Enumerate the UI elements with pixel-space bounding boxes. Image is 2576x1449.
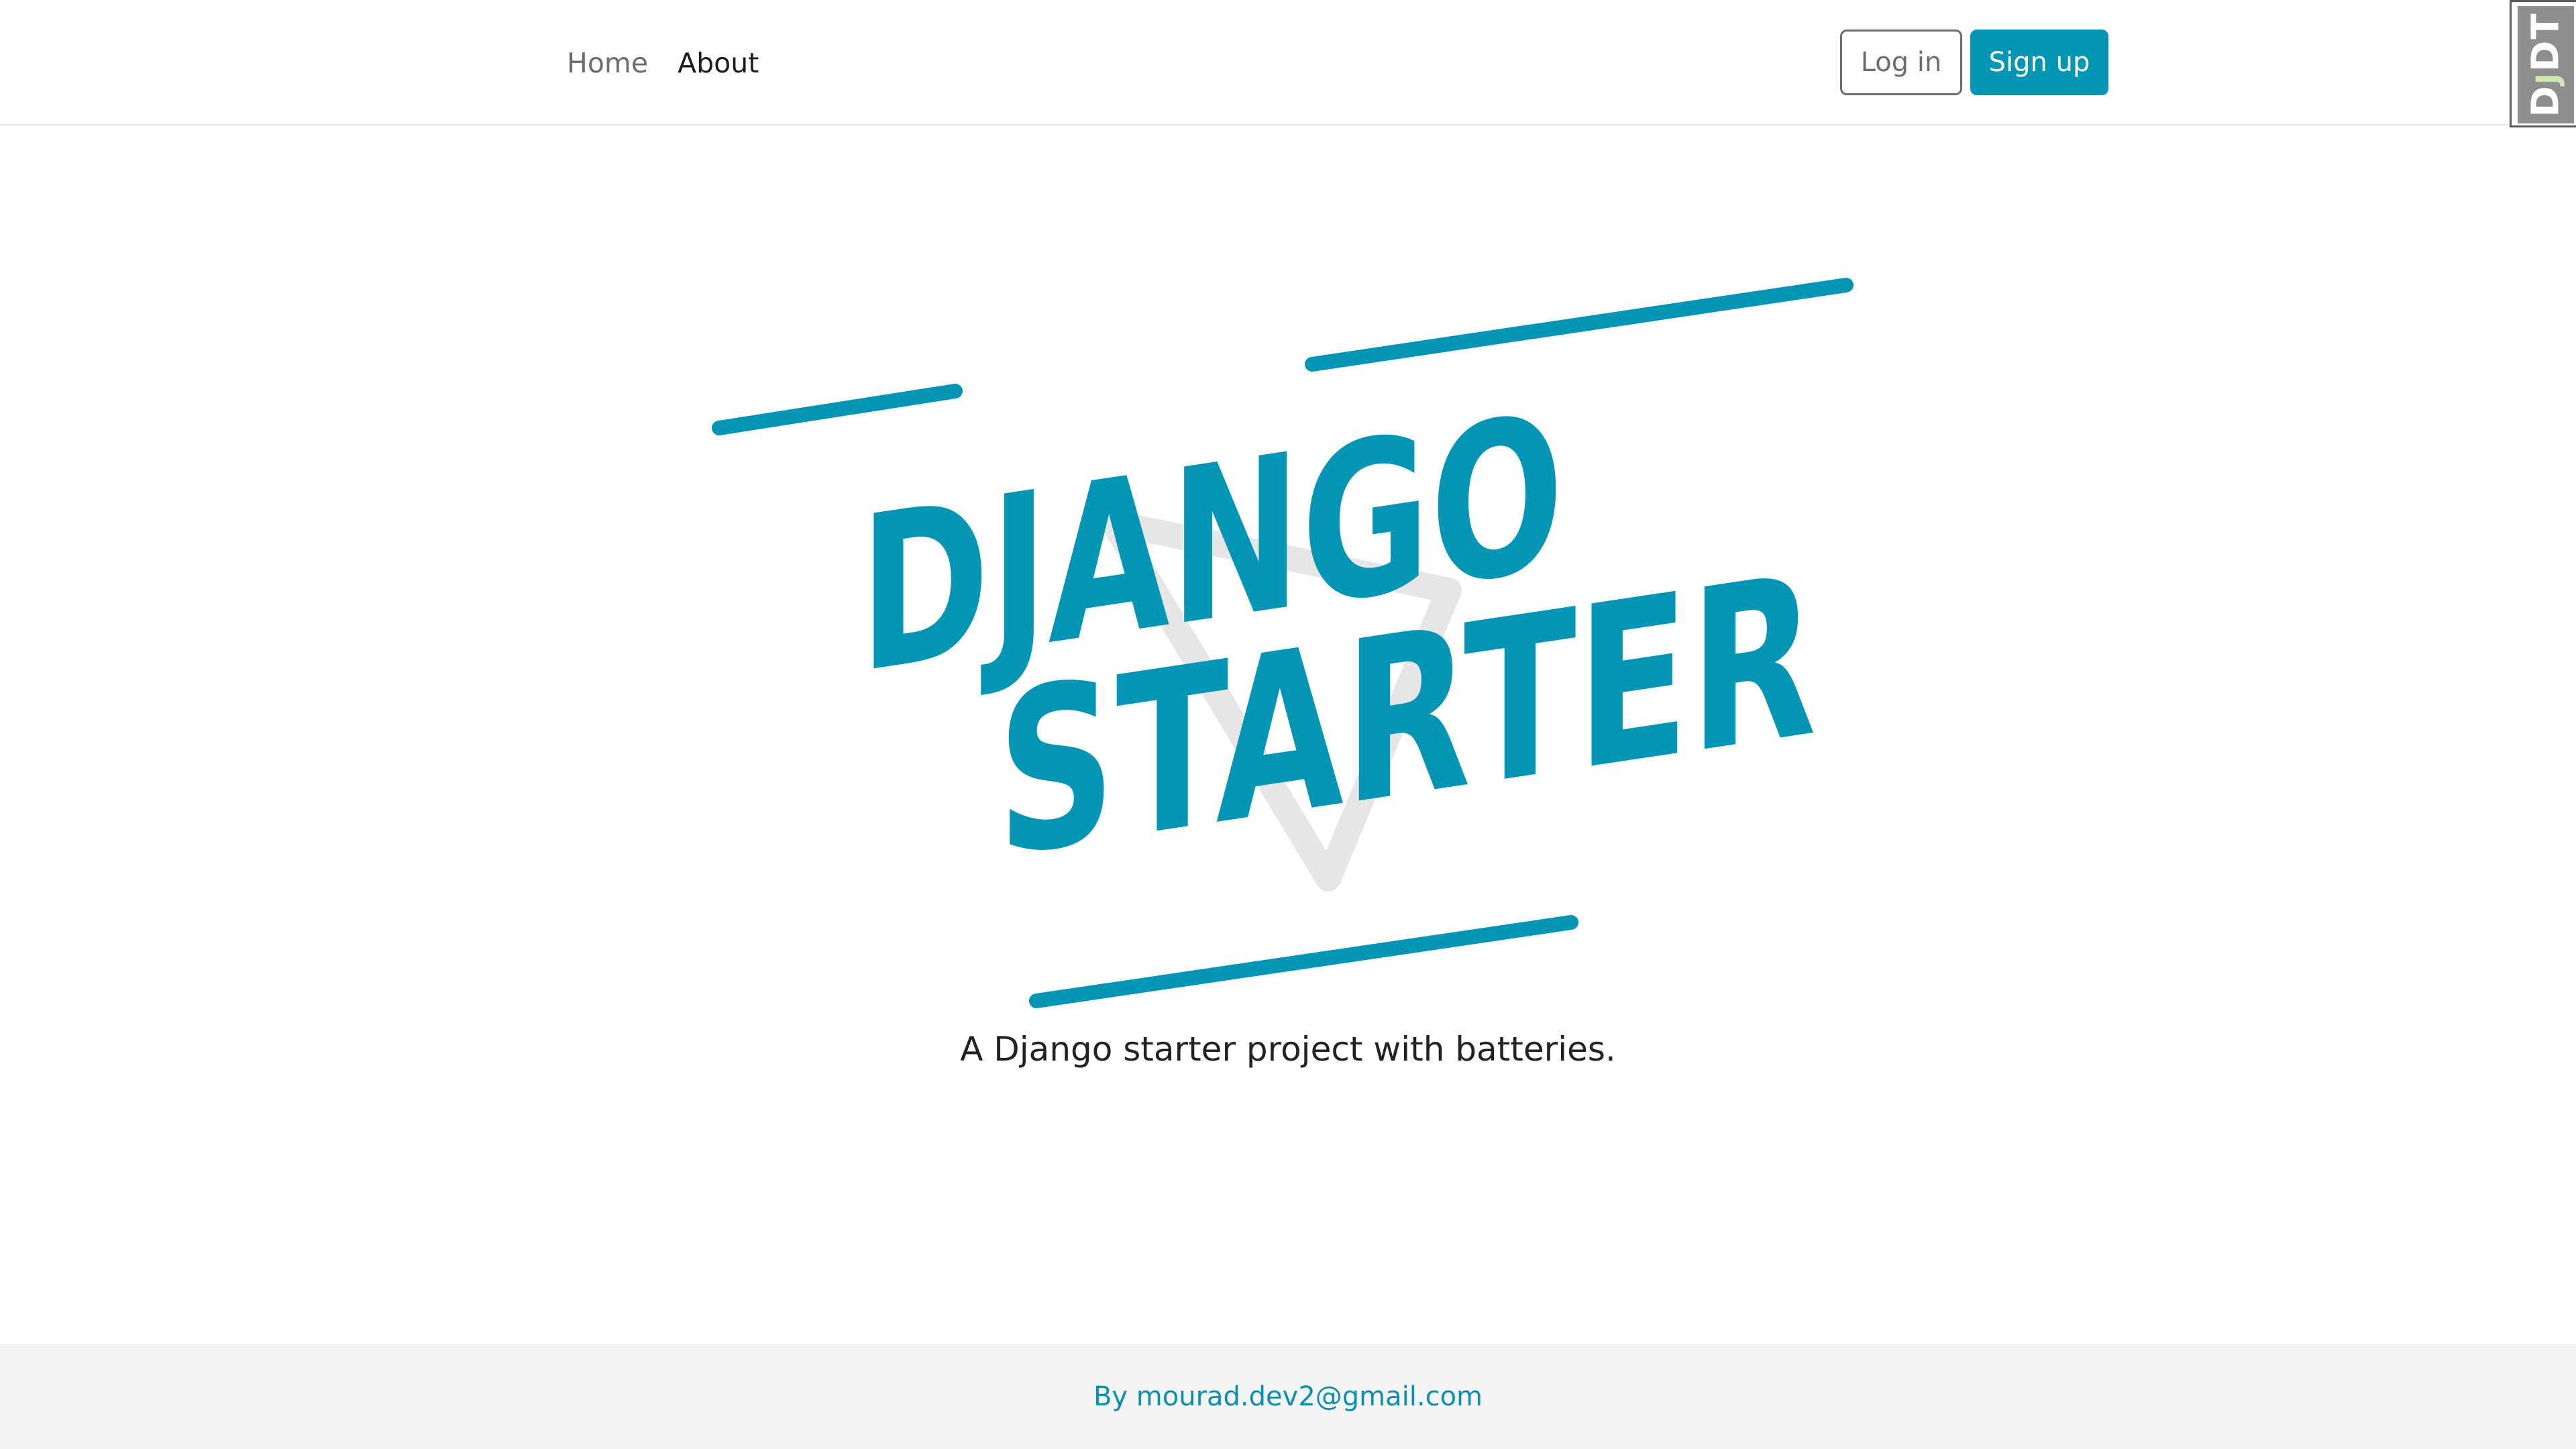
logo-bar-top-left xyxy=(712,384,963,435)
logo-wordmark: DJANGO STARTER xyxy=(859,368,1817,907)
hero-logo: DJANGO STARTER xyxy=(712,278,1854,1008)
logo-bar-bottom xyxy=(1029,915,1578,1008)
footer: By mourad.dev2@gmail.com xyxy=(0,1344,2576,1449)
hero-tagline: A Django starter project with batteries. xyxy=(960,1030,1616,1069)
logo-bar-top-right xyxy=(1305,278,1854,372)
footer-credit-link[interactable]: By mourad.dev2@gmail.com xyxy=(1093,1381,1483,1412)
